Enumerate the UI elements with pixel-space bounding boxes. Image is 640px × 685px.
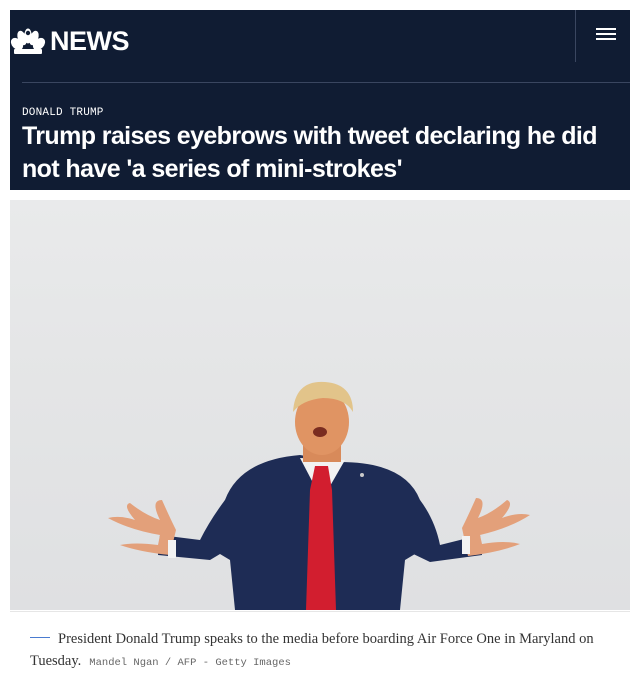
article-photo (10, 200, 630, 610)
peacock-icon (10, 28, 46, 54)
photo-caption: President Donald Trump speaks to the med… (30, 628, 620, 674)
nbc-news-logo[interactable]: NEWS (10, 23, 130, 59)
header-rule (22, 82, 630, 83)
kicker-link[interactable]: DONALD TRUMP (22, 107, 104, 119)
logo-text: NEWS (50, 26, 130, 56)
caption-divider (10, 611, 630, 612)
header-divider (575, 10, 576, 62)
article-page: NEWS DONALD TRUMP Trump raises eyebrows … (0, 0, 640, 685)
masthead: NEWS DONALD TRUMP Trump raises eyebrows … (10, 10, 630, 190)
photo-credit: Mandel Ngan / AFP - Getty Images (89, 657, 291, 669)
top-bar: NEWS (10, 10, 630, 80)
photo-illustration (108, 381, 530, 610)
hamburger-menu-icon[interactable] (593, 22, 619, 46)
caption-accent-dash (30, 637, 50, 639)
article-headline: Trump raises eyebrows with tweet declari… (22, 122, 598, 183)
